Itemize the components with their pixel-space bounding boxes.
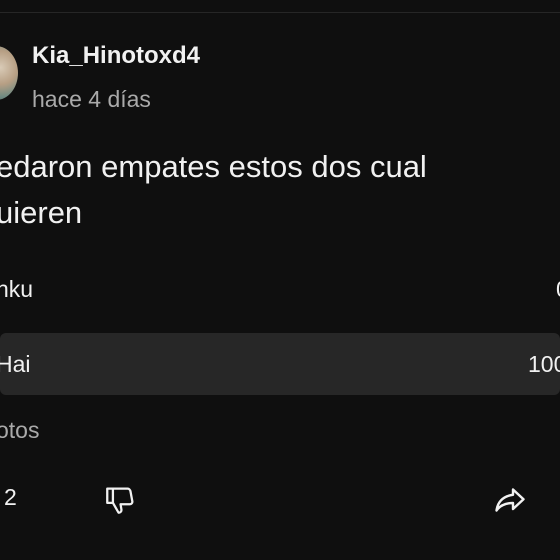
post-text: edaron empates estos dos cual uieren <box>0 144 556 236</box>
poll-vote-count: otos <box>0 417 40 443</box>
poll-option-1[interactable]: nku 0 <box>0 258 560 320</box>
share-icon <box>495 488 525 512</box>
share-button[interactable] <box>490 480 530 520</box>
post-text-line-2: uieren <box>0 195 83 230</box>
author-avatar[interactable] <box>0 46 18 100</box>
top-divider <box>0 12 560 13</box>
poll-option-label: Hai <box>0 350 31 377</box>
post-text-line-1: edaron empates estos dos cual <box>0 149 427 184</box>
poll-option-percent: 0 <box>556 276 560 303</box>
thumbs-down-icon <box>106 487 134 514</box>
poll-option-label: nku <box>0 275 34 302</box>
dislike-button[interactable] <box>100 480 140 520</box>
author-name[interactable]: Kia_Hinotoxd4 <box>32 42 200 70</box>
poll-option-percent: 100 <box>528 350 560 377</box>
post-timestamp[interactable]: hace 4 días <box>32 86 151 113</box>
poll-option-2[interactable]: Hai 100 <box>0 333 560 395</box>
community-post: Kia_Hinotoxd4 hace 4 días edaron empates… <box>0 0 560 560</box>
like-count: 2 <box>4 484 17 510</box>
